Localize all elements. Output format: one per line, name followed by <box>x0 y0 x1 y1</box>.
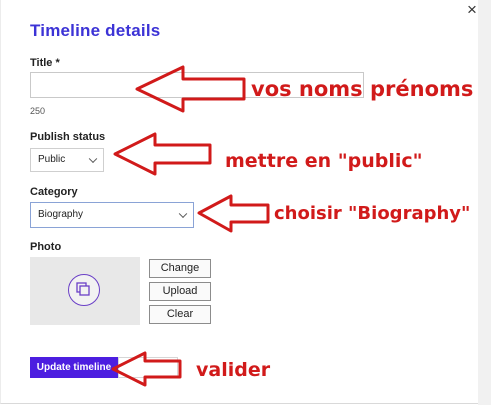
annotation-arrow-title <box>135 65 246 113</box>
annotation-arrow-category <box>197 194 270 233</box>
annotation-category-hint: choisir "Biography" <box>274 203 471 224</box>
annotation-title-hint: vos noms prénoms <box>251 77 474 101</box>
annotation-arrow-publish <box>113 132 212 176</box>
annotation-arrow-submit <box>111 351 182 387</box>
annotation-publish-hint: mettre en "public" <box>225 150 423 172</box>
annotation-submit-hint: valider <box>196 359 271 381</box>
